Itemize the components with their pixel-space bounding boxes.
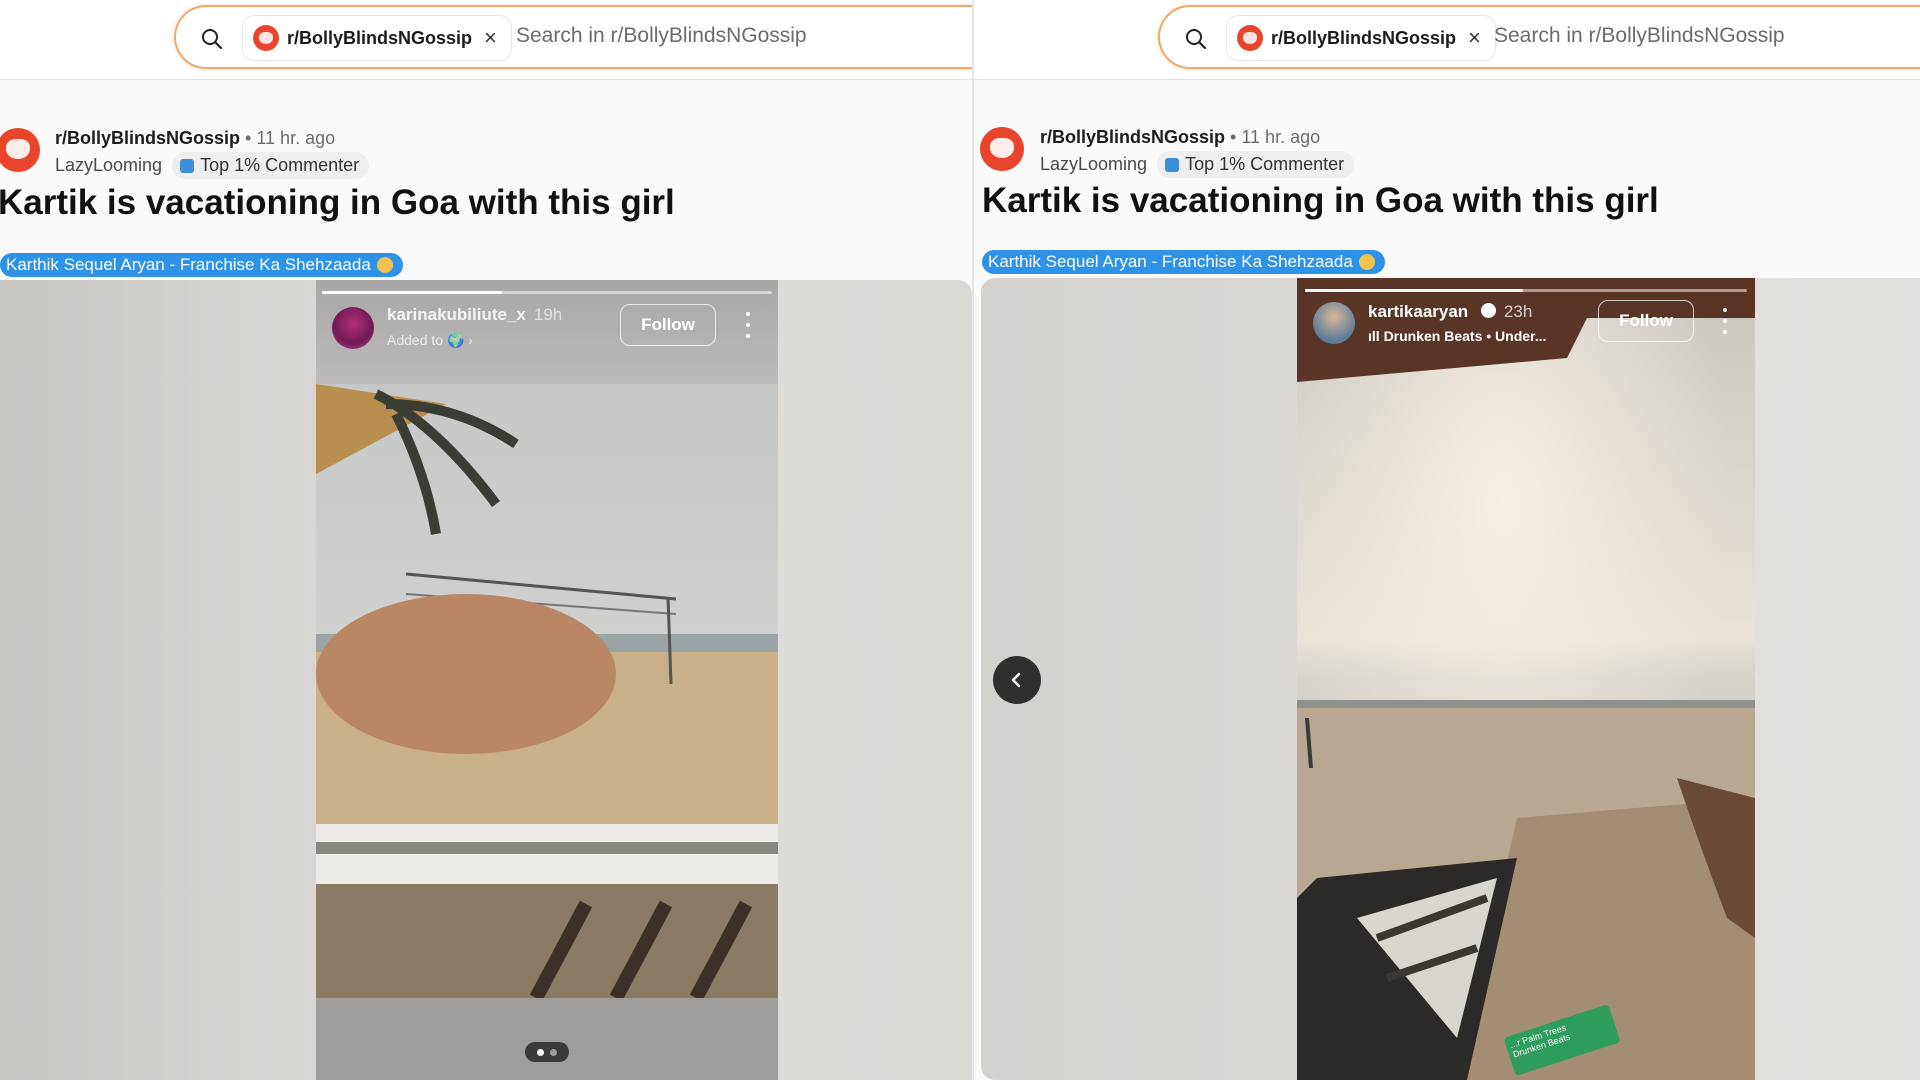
post-media[interactable]: kartikaaryan 23h ıll Drunken Beats • Und… bbox=[981, 278, 1920, 1080]
author-link[interactable]: LazyLooming bbox=[55, 155, 162, 176]
story-username[interactable]: karinakubiliute_x 19h bbox=[387, 305, 562, 325]
commenter-badge: Top 1% Commenter bbox=[1157, 151, 1355, 178]
story-subtitle: Added to 🌍 › bbox=[387, 332, 473, 348]
post-meta: r/BollyBlindsNGossip • 11 hr. ago bbox=[55, 128, 336, 148]
story-footer-bg bbox=[316, 998, 778, 1080]
search-bar[interactable]: r/BollyBlindsNGossip × Search in r/Bolly… bbox=[1158, 5, 1920, 69]
subreddit-link[interactable]: r/BollyBlindsNGossip bbox=[1040, 127, 1225, 147]
search-input[interactable]: Search in r/BollyBlindsNGossip bbox=[1494, 24, 1785, 48]
story-subtitle: ıll Drunken Beats • Under... bbox=[1368, 328, 1547, 344]
story-frame: karinakubiliute_x 19h Added to 🌍 › Follow bbox=[316, 280, 778, 1080]
previous-button[interactable] bbox=[993, 656, 1041, 704]
follow-button[interactable]: Follow bbox=[620, 304, 716, 346]
story-progress-fill bbox=[322, 291, 502, 294]
story-avatar[interactable] bbox=[332, 307, 374, 349]
close-icon[interactable]: × bbox=[1468, 27, 1481, 49]
post-time: 11 hr. ago bbox=[256, 128, 336, 148]
subreddit-avatar bbox=[253, 25, 279, 51]
chip-label: r/BollyBlindsNGossip bbox=[287, 27, 473, 48]
flair-emoji-icon bbox=[1358, 254, 1375, 270]
post-media[interactable]: karinakubiliute_x 19h Added to 🌍 › Follow bbox=[0, 280, 972, 1080]
kebab-menu-icon[interactable] bbox=[1721, 308, 1729, 334]
chevron-left-icon bbox=[1011, 672, 1021, 688]
story-photo bbox=[316, 384, 778, 998]
search-icon[interactable] bbox=[200, 27, 224, 51]
chevron-right-icon: › bbox=[468, 332, 473, 348]
post-flair[interactable]: Karthik Sequel Aryan - Franchise Ka Sheh… bbox=[0, 253, 403, 277]
music-bars-icon: ıll bbox=[1368, 328, 1380, 344]
globe-icon: 🌍 bbox=[446, 332, 465, 348]
story-photo bbox=[1297, 278, 1755, 1080]
follow-button[interactable]: Follow bbox=[1598, 300, 1694, 342]
screenshot-left: r/BollyBlindsNGossip × Search in r/Bolly… bbox=[0, 0, 972, 1080]
author-row: LazyLooming Top 1% Commenter bbox=[55, 152, 370, 179]
close-icon[interactable]: × bbox=[484, 27, 497, 49]
subreddit-filter-chip[interactable]: r/BollyBlindsNGossip × bbox=[242, 15, 512, 61]
subreddit-filter-chip[interactable]: r/BollyBlindsNGossip × bbox=[1226, 15, 1496, 61]
badge-icon bbox=[180, 158, 195, 173]
subreddit-avatar[interactable] bbox=[0, 128, 40, 172]
story-username[interactable]: kartikaaryan 23h bbox=[1368, 302, 1532, 322]
post-meta: r/BollyBlindsNGossip • 11 hr. ago bbox=[1040, 127, 1321, 147]
post-title[interactable]: Kartik is vacationing in Goa with this g… bbox=[982, 181, 1659, 221]
post-flair[interactable]: Karthik Sequel Aryan - Franchise Ka Sheh… bbox=[982, 250, 1385, 274]
subreddit-avatar bbox=[1237, 25, 1263, 51]
verified-badge-icon bbox=[1480, 303, 1496, 318]
search-input[interactable]: Search in r/BollyBlindsNGossip bbox=[516, 24, 807, 48]
post-time: 11 hr. ago bbox=[1241, 127, 1321, 147]
badge-icon bbox=[1165, 157, 1180, 172]
kebab-menu-icon[interactable] bbox=[744, 312, 752, 338]
top-bar: r/BollyBlindsNGossip × Search in r/Bolly… bbox=[974, 0, 1920, 80]
author-row: LazyLooming Top 1% Commenter bbox=[1040, 151, 1355, 178]
search-bar[interactable]: r/BollyBlindsNGossip × Search in r/Bolly… bbox=[174, 5, 972, 69]
top-bar: r/BollyBlindsNGossip × Search in r/Bolly… bbox=[0, 0, 972, 80]
chip-label: r/BollyBlindsNGossip bbox=[1271, 27, 1457, 48]
author-link[interactable]: LazyLooming bbox=[1040, 154, 1147, 175]
carousel-indicator[interactable] bbox=[525, 1042, 569, 1062]
story-progress-fill bbox=[1305, 289, 1523, 292]
story-avatar[interactable] bbox=[1313, 302, 1355, 344]
commenter-badge: Top 1% Commenter bbox=[172, 152, 370, 179]
subreddit-avatar[interactable] bbox=[980, 127, 1024, 171]
story-frame: kartikaaryan 23h ıll Drunken Beats • Und… bbox=[1297, 278, 1755, 1080]
subreddit-link[interactable]: r/BollyBlindsNGossip bbox=[55, 128, 240, 148]
screenshot-right: r/BollyBlindsNGossip × Search in r/Bolly… bbox=[972, 0, 1920, 1080]
search-icon[interactable] bbox=[1184, 27, 1208, 51]
post-title[interactable]: Kartik is vacationing in Goa with this g… bbox=[0, 183, 675, 223]
flair-emoji-icon bbox=[376, 257, 393, 273]
